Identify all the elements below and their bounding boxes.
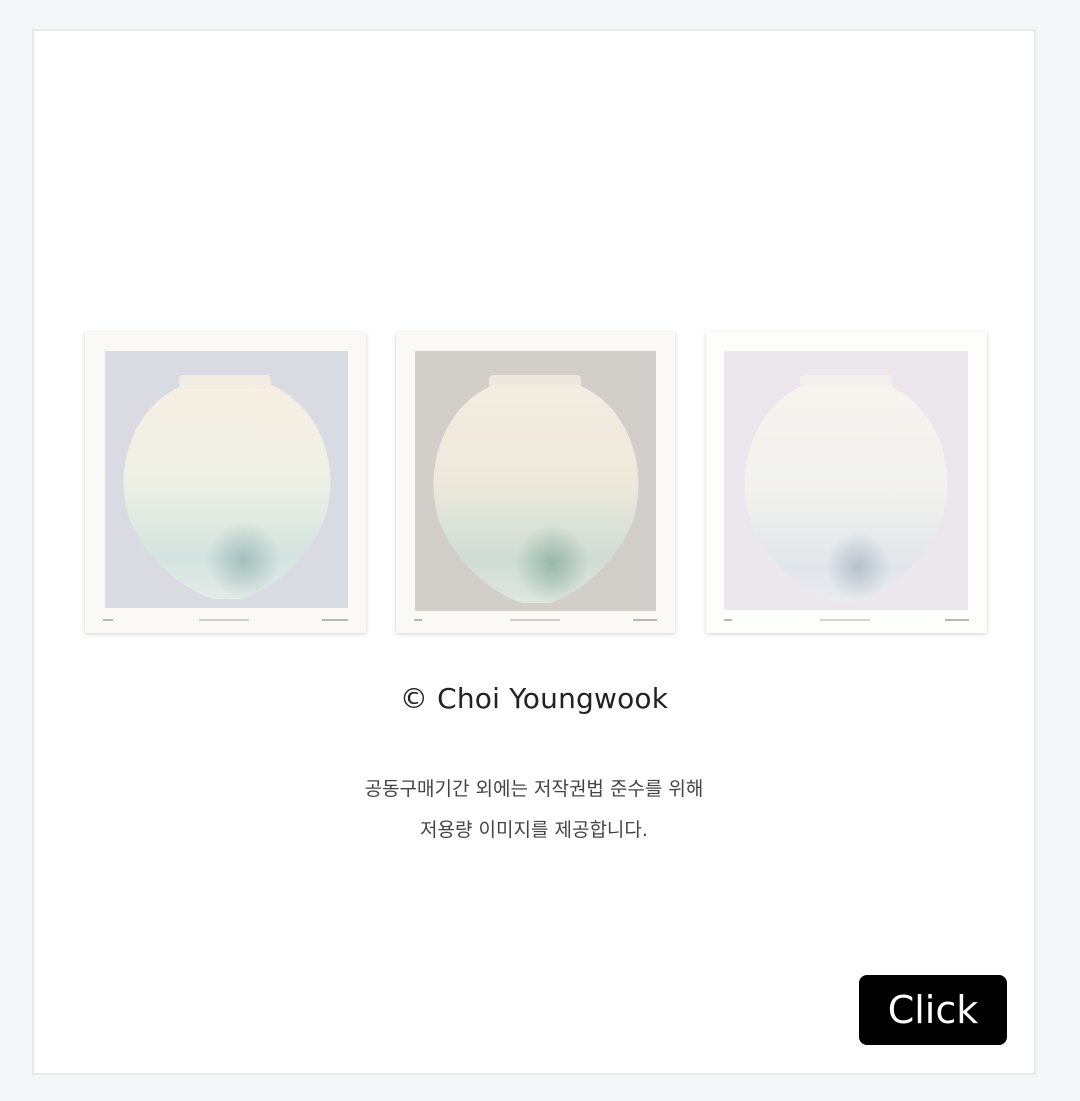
moon-jar-image (433, 375, 639, 603)
artwork-print-2 (396, 332, 675, 633)
artwork-print-3 (706, 332, 987, 633)
notice-text-line-1: 공동구매기간 외에는 저작권법 준수를 위해 (364, 778, 704, 800)
click-button[interactable]: Click (859, 975, 1007, 1045)
notice-text-line-2: 저용량 이미지를 제공합니다. (420, 819, 648, 841)
print-signature-marks (724, 617, 969, 623)
content-card: © Choi Youngwook 공동구매기간 외에는 저작권법 준수를 위해 … (32, 29, 1036, 1075)
print-signature-marks (414, 617, 657, 623)
copyright-credit: © Choi Youngwook (399, 682, 669, 715)
artwork-print-1 (85, 332, 366, 633)
moon-jar-image (744, 375, 948, 601)
moon-jar-image (123, 375, 331, 599)
artwork-gallery (34, 31, 1034, 1073)
print-signature-marks (103, 617, 348, 623)
